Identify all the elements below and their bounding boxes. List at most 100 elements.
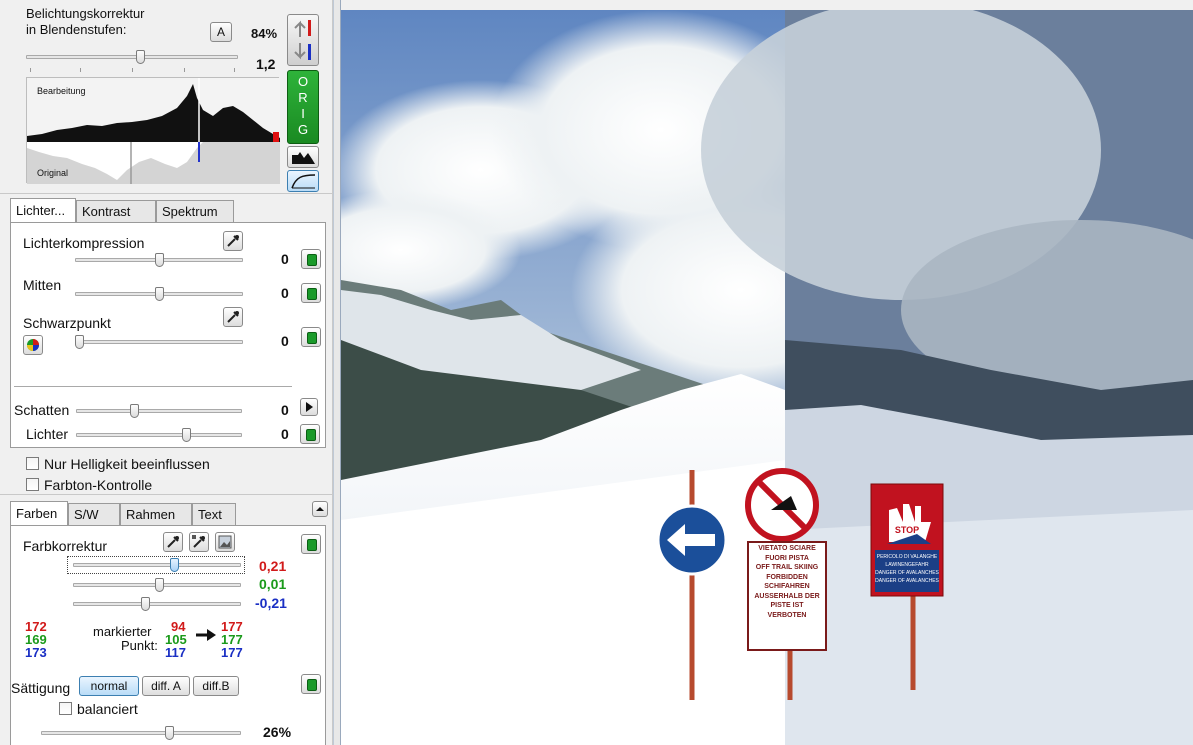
orig-letter: O: [297, 74, 309, 89]
color-wheel-icon: [27, 339, 39, 351]
shadows-slider[interactable]: [76, 404, 242, 418]
midtones-toggle[interactable]: [301, 283, 321, 303]
eyedropper-button[interactable]: [163, 532, 183, 552]
image-viewer[interactable]: VIETATO SCIARE FUORI PISTA OFF TRAIL SKIIN…: [341, 10, 1193, 745]
brightness-only-label: Nur Helligkeit beeinflussen: [44, 456, 210, 472]
blackpoint-eyedropper-button[interactable]: [223, 307, 243, 327]
target-rgb: 177 177 177: [221, 620, 243, 659]
original-b: 173: [25, 645, 47, 660]
red-value: 0,21: [259, 558, 287, 574]
highlights-thumb[interactable]: [182, 428, 191, 442]
orig-letter: R: [298, 90, 308, 105]
histogram-icon: [292, 152, 315, 164]
hue-control-label: Farbton-Kontrolle: [44, 477, 153, 493]
exposure-slider-thumb[interactable]: [136, 50, 145, 64]
highlight-compression-slider[interactable]: [75, 253, 243, 267]
blackpoint-toggle[interactable]: [301, 327, 321, 347]
highlight-compression-value: 0: [281, 251, 289, 267]
orig-letter: G: [297, 122, 309, 137]
red-slider-thumb[interactable]: [170, 558, 179, 572]
highlights-label: Lichter: [26, 426, 69, 442]
sign-text-line: SCHIFAHREN: [764, 583, 810, 590]
stop-sign-word: STOP: [894, 525, 920, 535]
target-b: 177: [221, 645, 243, 660]
color-correction-toggle[interactable]: [301, 534, 321, 554]
highlight-compression-toggle[interactable]: [301, 249, 321, 269]
red-slider[interactable]: [73, 558, 241, 572]
blue-slider[interactable]: [73, 597, 241, 611]
brightness-only-checkbox[interactable]: [26, 457, 39, 470]
midtones-thumb[interactable]: [155, 287, 164, 301]
eyedropper-button[interactable]: [223, 231, 243, 251]
play-button[interactable]: [300, 398, 318, 416]
saturation-toggle[interactable]: [301, 674, 321, 694]
color-wheel-button[interactable]: [23, 335, 43, 355]
panel-splitter[interactable]: [333, 0, 341, 745]
exposure-stepper[interactable]: [287, 14, 319, 66]
green-slider[interactable]: [73, 578, 241, 592]
balanced-checkbox[interactable]: [59, 702, 72, 715]
eyedropper-fill-button[interactable]: [189, 532, 209, 552]
eyedropper-icon: [227, 311, 239, 323]
exposure-title-line2: in Blendenstufen:: [26, 22, 127, 37]
blackpoint-slider[interactable]: [75, 335, 243, 349]
highlights-slider[interactable]: [76, 428, 242, 442]
exposure-ticks: [30, 68, 235, 72]
eyedropper-icon: [227, 235, 239, 247]
highlights-value: 0: [281, 426, 289, 442]
highlight-compression-label: Lichterkompression: [23, 235, 145, 251]
balanced-label: balanciert: [77, 701, 138, 717]
sign-text-line: FUORI PISTA: [765, 554, 809, 562]
exposure-slider[interactable]: [26, 50, 238, 64]
tab-rahmen[interactable]: Rahmen: [120, 503, 192, 525]
shadows-label: Schatten: [14, 402, 70, 418]
tab-sw[interactable]: S/W: [68, 503, 120, 525]
midtones-value: 0: [281, 285, 289, 301]
sign-text-line: OFF TRAIL SKIING: [755, 564, 819, 571]
no-skiing-sign-text: VIETATO SCIARE FUORI PISTA OFF TRAIL SKIIN…: [750, 544, 824, 620]
blue-value: -0,21: [255, 595, 287, 611]
sign-text-line: FORBIDDEN: [766, 573, 808, 581]
midtones-slider[interactable]: [75, 287, 243, 301]
histogram: Bearbeitung Original: [26, 77, 280, 184]
image-sample-button[interactable]: [215, 532, 235, 552]
curve-mode-button[interactable]: [287, 170, 319, 192]
blackpoint-thumb[interactable]: [75, 335, 84, 349]
shadows-thumb[interactable]: [130, 404, 139, 418]
histogram-top-label: Bearbeitung: [37, 86, 86, 96]
saturation-diff-a-button[interactable]: diff. A: [142, 676, 190, 696]
saturation-diff-b-button[interactable]: diff.B: [193, 676, 239, 696]
sign-text-line: VERBOTEN: [767, 611, 807, 619]
tab-farben[interactable]: Farben: [10, 501, 68, 525]
marked-point-label-2: Punkt:: [121, 638, 158, 653]
original-rgb: 172 169 173: [25, 620, 47, 659]
shadows-value: 0: [281, 402, 289, 418]
exposure-title: Belichtungskorrektur in Blendenstufen:: [26, 6, 145, 38]
avalanche-sign-text: PERICOLO DI VALANGHE LAWINENGEFAHR DANGER …: [875, 553, 939, 585]
blue-slider-thumb[interactable]: [141, 597, 150, 611]
histogram-mode-button[interactable]: [287, 146, 319, 168]
saturation-normal-button[interactable]: normal: [79, 676, 139, 696]
tab-spektrum[interactable]: Spektrum: [156, 200, 234, 222]
saturation-slider[interactable]: [41, 726, 241, 740]
auto-exposure-button[interactable]: A: [210, 22, 232, 42]
tab-lichter[interactable]: Lichter...: [10, 198, 76, 222]
settings-panel: Belichtungskorrektur in Blendenstufen: A…: [0, 0, 333, 745]
tab-text[interactable]: Text: [192, 503, 236, 525]
exposure-percent: 84%: [251, 26, 278, 41]
highlights-toggle[interactable]: [300, 424, 320, 444]
midtones-label: Mitten: [23, 277, 62, 293]
tab-kontrast[interactable]: Kontrast: [76, 200, 156, 222]
green-slider-thumb[interactable]: [155, 578, 164, 592]
histogram-bottom-label: Original: [37, 168, 69, 178]
eyedropper-icon: [167, 536, 179, 548]
saturation-slider-thumb[interactable]: [165, 726, 174, 740]
color-correction-label: Farbkorrektur: [23, 538, 108, 554]
sign-text-line: DANGER OF AVALANCHES: [875, 578, 939, 584]
hue-control-checkbox[interactable]: [26, 478, 39, 491]
orig-button[interactable]: ORIG: [287, 70, 319, 144]
tabs-top: Lichter... Kontrast Spektrum: [10, 198, 328, 222]
collapse-button[interactable]: [312, 501, 328, 517]
blackpoint-label: Schwarzpunkt: [23, 315, 111, 331]
highlight-compression-thumb[interactable]: [155, 253, 164, 267]
